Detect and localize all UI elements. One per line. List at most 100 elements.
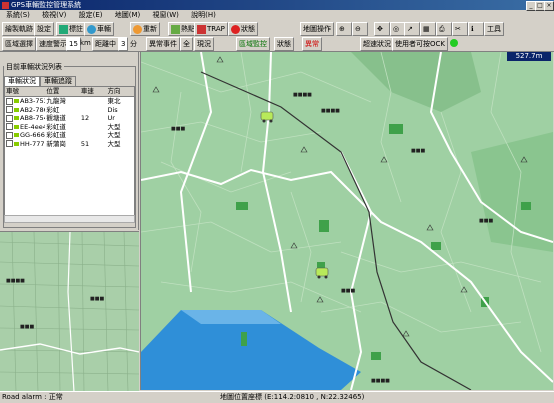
svg-text:■■■: ■■■ [341, 288, 355, 294]
refresh-button[interactable]: 重新 [130, 22, 160, 36]
checkbox[interactable] [6, 131, 13, 139]
measure-button[interactable]: ↗ [404, 22, 420, 36]
app-icon [2, 1, 9, 9]
vehicle-button[interactable]: 車輛 [84, 22, 114, 36]
table-row[interactable]: GG-6666彩虹道 大型 [5, 131, 134, 140]
svg-text:■■■■: ■■■■ [293, 92, 312, 98]
info-button[interactable]: ℹ [468, 22, 484, 36]
overview-map-canvas: ■■■■ ■■■ ■■■ [0, 232, 139, 392]
area-monitor-button[interactable]: 區域監控 [236, 37, 270, 51]
status-bar: Road alarm : 正常 地圖位置座標 (E:114.2:0810 , N… [0, 391, 554, 403]
settings-button[interactable]: 設定 [34, 22, 54, 36]
row-location: 彩虹道 [46, 122, 66, 131]
tab-vehicle-tracking[interactable]: 車輛追蹤 [40, 76, 76, 86]
svg-text:■■■: ■■■ [20, 324, 34, 330]
user-lock-button[interactable]: 使用者可按OCK [392, 37, 448, 51]
minutes-input[interactable]: 3 [118, 37, 129, 51]
tab-vehicle-status[interactable]: 車輛狀況 [4, 76, 40, 86]
draw-track-button[interactable]: 繪製軌跡 [2, 22, 36, 36]
table-row[interactable]: AB8-75434觀塘道 12 Ur [5, 114, 134, 123]
speed-unit: km [80, 39, 91, 47]
row-direction: 大型 [107, 131, 121, 139]
status-button[interactable]: 狀態 [228, 22, 258, 36]
table-row[interactable]: EE-4ee4 彩虹道 大型 [5, 123, 134, 132]
trap-label: TRAP [207, 25, 225, 33]
main-map[interactable]: ■■■■ ■■■ ■■■■ ■■■ ■■■ ■■■ ■■■■ 527.7m [140, 52, 553, 390]
row-speed: 12 [80, 114, 90, 122]
row-speed [80, 106, 107, 115]
hotspot-label: 熱點 [181, 25, 195, 33]
checkbox[interactable] [6, 114, 13, 122]
minutes-value: 3 [121, 40, 126, 48]
layer-button[interactable]: ▦ [420, 22, 436, 36]
row-direction: Ur [107, 114, 115, 122]
checkbox[interactable] [6, 97, 13, 105]
overspeed-button[interactable]: 超速狀況 [360, 37, 394, 51]
trap-button[interactable]: TRAP [194, 22, 228, 36]
mark-label: 標註 [69, 25, 83, 33]
overview-map[interactable]: ■■■■ ■■■ ■■■ [0, 231, 139, 392]
row-plate: AB3-75342 [20, 97, 45, 105]
speed-limit-value: 15 [69, 40, 78, 48]
overspeed-label: 超速狀況 [363, 40, 391, 48]
table-row[interactable]: HH-7777新蒲崗 51 大型 [5, 140, 134, 149]
menu-view[interactable]: 檢視(V) [42, 11, 66, 19]
row-plate: AB2-78697 [20, 105, 45, 114]
map-operation-button[interactable]: 地圖操作 [300, 22, 334, 36]
state-button[interactable]: 狀態 [274, 37, 294, 51]
current-button[interactable]: 現況 [194, 37, 214, 51]
abnormal-label: 異常 [305, 40, 319, 48]
tools-button[interactable]: ✂ [452, 22, 468, 36]
menu-settings[interactable]: 設定(E) [79, 11, 103, 19]
status-label: 狀態 [241, 25, 255, 33]
table-row[interactable]: AB3-75342九龍灣 東北 [5, 97, 134, 106]
svg-text:■■■■: ■■■■ [6, 278, 25, 284]
column-header-plate[interactable]: 車號 [5, 87, 45, 96]
status-icon [231, 24, 240, 34]
draw-track-label: 繪製軌跡 [5, 25, 33, 33]
menu-help[interactable]: 說明(H) [191, 11, 216, 19]
area-select-label: 區域選擇 [5, 40, 33, 48]
checkbox[interactable] [6, 140, 13, 147]
abnormal-event-button[interactable]: 異常事件 [146, 37, 180, 51]
map-canvas: ■■■■■■■ ■■■■■■■ ■■■■■■ ■■■■ [141, 52, 553, 390]
refresh-icon [133, 24, 142, 34]
row-speed [80, 97, 107, 106]
row-direction: 大型 [107, 139, 121, 148]
speed-limit-input[interactable]: 15 [66, 37, 81, 51]
window-title: GPS車輛監控管理系統 [11, 1, 82, 9]
zoom-in-button[interactable]: ⊕ [336, 22, 352, 36]
column-header-speed[interactable]: 車速 [80, 87, 107, 96]
map-operation-label: 地圖操作 [303, 25, 331, 33]
svg-text:■■■■: ■■■■ [321, 108, 340, 114]
row-speed [80, 131, 107, 140]
menu-window[interactable]: 視窗(W) [153, 11, 179, 19]
vehicle-label: 車輛 [97, 25, 111, 33]
row-location: 觀塘道 [46, 114, 66, 122]
checkbox[interactable] [6, 123, 13, 130]
distance-button[interactable]: 距離中 [92, 37, 119, 51]
menu-system[interactable]: 系統(S) [6, 11, 30, 19]
speed-alert-button[interactable]: 速度警示 [36, 37, 70, 51]
list-horizontal-scrollbar[interactable] [4, 215, 135, 223]
row-speed [80, 123, 107, 132]
checkbox[interactable] [6, 106, 13, 113]
abnormal-button[interactable]: 異常 [302, 37, 322, 51]
zoom-out-button[interactable]: ⊖ [352, 22, 368, 36]
all-button[interactable]: 全 [180, 37, 193, 51]
svg-text:■■■: ■■■ [411, 148, 425, 154]
tools-label: 工具 [487, 25, 501, 33]
main-toolbar: 繪製軌跡 設定 標註 車輛 重新 熱點 TRAP 狀態 地圖操作 ⊕ ⊖ ✥ ◎… [0, 20, 554, 36]
pan-button[interactable]: ✥ [374, 22, 390, 36]
column-header-location[interactable]: 位置 [45, 87, 79, 96]
mark-button[interactable]: 標註 [56, 22, 86, 36]
menu-map[interactable]: 地圖(M) [115, 11, 141, 19]
tools-menu-button[interactable]: 工具 [484, 22, 504, 36]
abnormal-event-label: 異常事件 [149, 40, 177, 48]
hotspot-icon [171, 24, 180, 34]
print-button[interactable]: ⎙ [436, 22, 452, 36]
table-row[interactable]: AB2-78697彩虹 Dis [5, 106, 134, 115]
vehicle-icon [14, 133, 19, 137]
column-header-direction[interactable]: 方向 [106, 87, 134, 96]
area-select-button[interactable]: 區域選擇 [2, 37, 36, 51]
